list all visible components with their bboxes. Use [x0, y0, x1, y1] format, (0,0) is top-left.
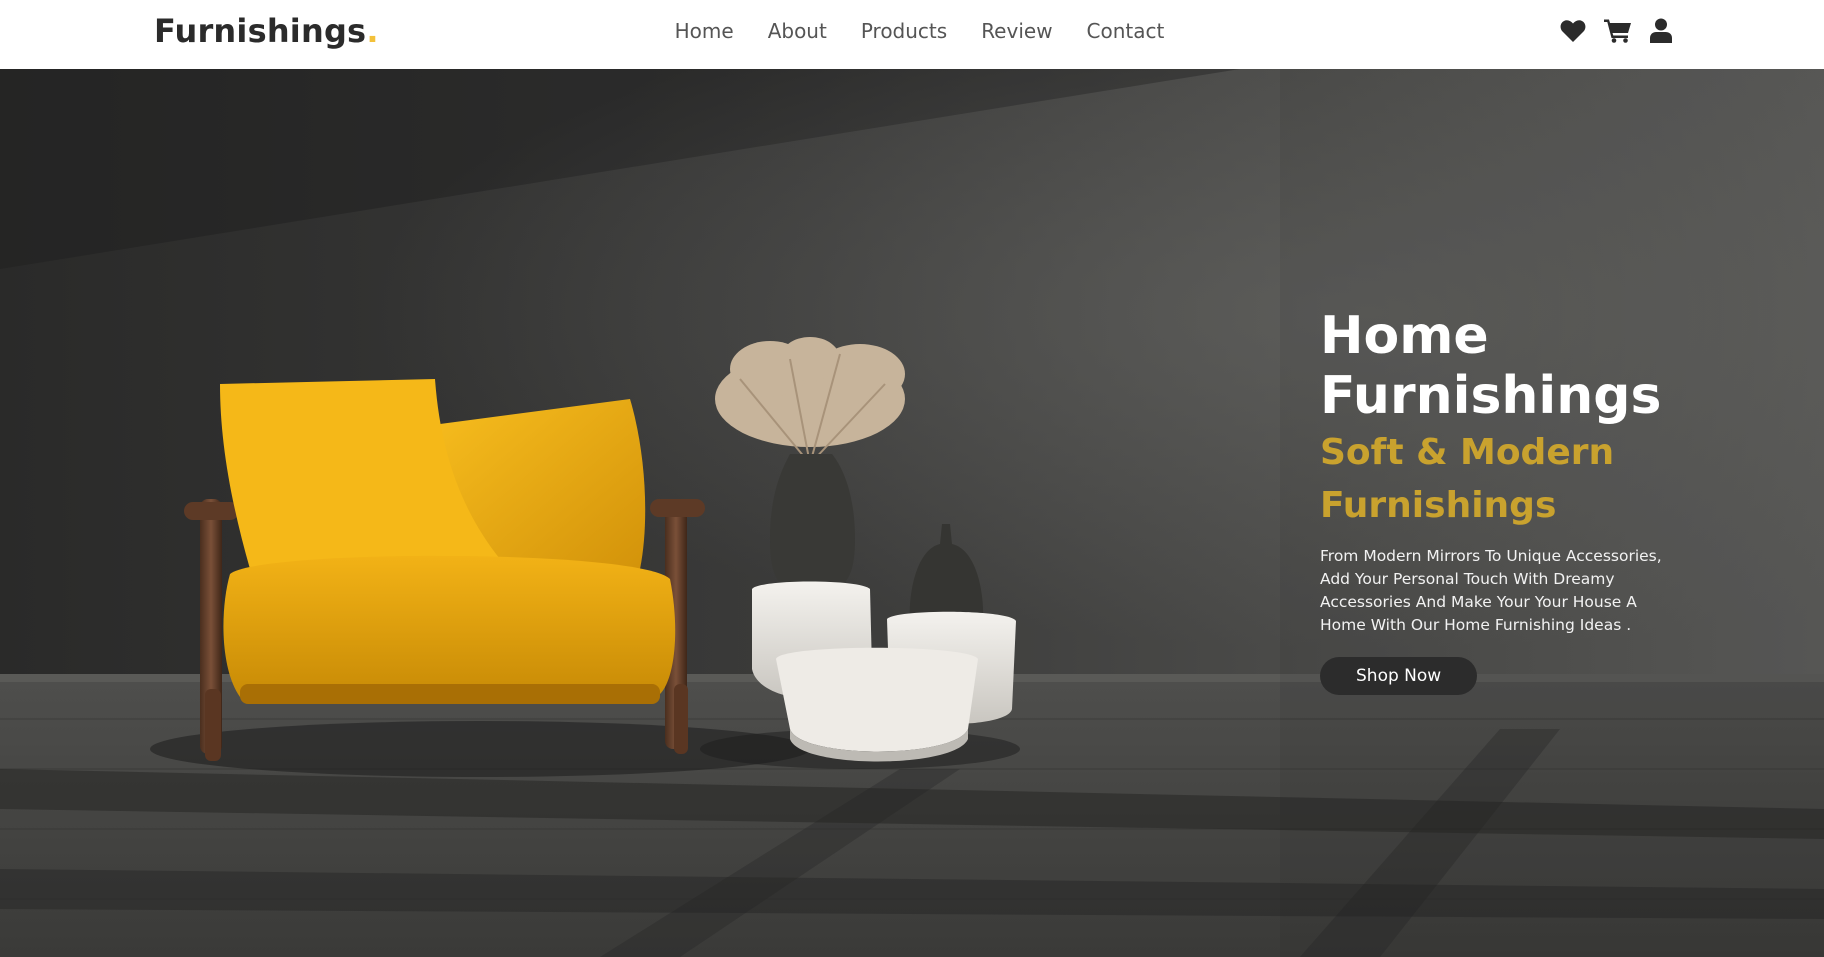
logo-text: Furnishings — [154, 12, 367, 50]
header-icons — [1560, 18, 1672, 43]
nav-link-contact[interactable]: Contact — [1087, 19, 1165, 69]
cart-icon[interactable] — [1604, 18, 1632, 43]
hero-content: Home Furnishings Soft & Modern Furnishin… — [1320, 306, 1665, 695]
site-header: Furnishings. Home About Products Review … — [0, 0, 1824, 69]
hero-subtitle-line2: Furnishings — [1320, 485, 1557, 526]
logo[interactable]: Furnishings. — [154, 12, 379, 50]
hero-section: Home Furnishings Soft & Modern Furnishin… — [0, 69, 1824, 957]
nav-link-about[interactable]: About — [768, 19, 827, 69]
hero-subtitle-line1: Soft & Modern — [1320, 432, 1615, 473]
nav-link-products[interactable]: Products — [861, 19, 947, 69]
logo-dot: . — [366, 12, 379, 50]
shop-now-button[interactable]: Shop Now — [1320, 657, 1478, 695]
nav-link-review[interactable]: Review — [981, 19, 1052, 69]
hero-title-line2: Furnishings — [1320, 366, 1662, 426]
nav-link-home[interactable]: Home — [675, 19, 734, 69]
hero-description: From Modern Mirrors To Unique Accessorie… — [1320, 547, 1662, 634]
heart-icon[interactable] — [1560, 19, 1586, 43]
user-icon[interactable] — [1650, 18, 1672, 43]
hero-title-line1: Home — [1320, 306, 1489, 366]
hero-subtitle: Soft & Modern Furnishings — [1320, 426, 1665, 532]
hero-title: Home Furnishings — [1320, 306, 1665, 426]
